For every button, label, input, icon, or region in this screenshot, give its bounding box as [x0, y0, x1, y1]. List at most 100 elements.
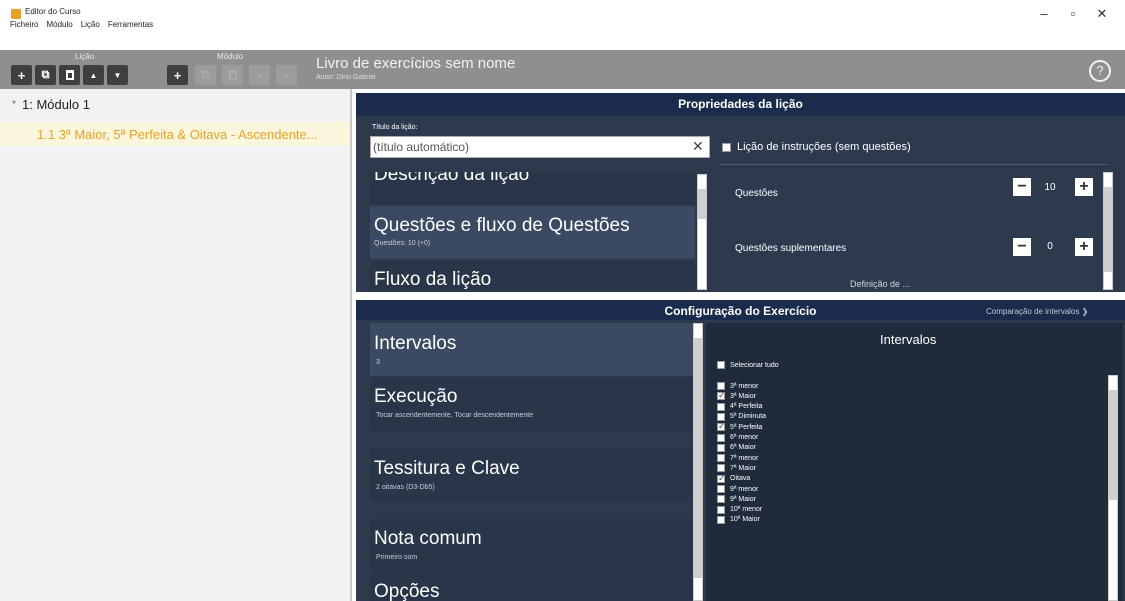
tab-title: Nota comum [374, 528, 482, 549]
supplementary-increment-button[interactable]: + [1075, 238, 1093, 256]
interval-label: 4ª Perfeita [730, 403, 763, 411]
scroll-thumb[interactable] [694, 338, 702, 578]
tab-common-note[interactable]: Nota comum Primeiro som [370, 519, 695, 572]
interval-label: 3ª menor [730, 382, 759, 390]
tab-execution[interactable]: Execução Tocar ascendentemente, Tocar de… [370, 378, 695, 431]
arrow-up-icon: ▲ [255, 70, 264, 80]
tree-module-item[interactable]: 1: Módulo 1 [22, 97, 90, 112]
scroll-thumb[interactable] [698, 189, 706, 219]
tab-title: Fluxo da lição [374, 269, 492, 290]
tab-title: Tessitura e Clave [374, 458, 520, 479]
interval-checkbox[interactable]: 4ª Perfeita [717, 402, 763, 412]
move-module-up-button[interactable]: ▲ [249, 65, 270, 85]
duplicate-module-button[interactable]: ⧉ [195, 65, 216, 85]
instructions-lesson-label: Lição de instruções (sem questões) [737, 141, 911, 153]
move-module-down-button[interactable]: ▼ [276, 65, 297, 85]
intervals-scrollbar[interactable] [1108, 375, 1118, 601]
checkbox-icon [717, 464, 725, 473]
scroll-thumb[interactable] [1109, 390, 1117, 500]
arrow-down-icon: ▼ [113, 70, 122, 80]
interval-checkbox[interactable]: 10ª Maior [717, 515, 760, 525]
tab-range-clef[interactable]: Tessitura e Clave 2 oitavas (D3-Db5) [370, 448, 695, 501]
maximize-button[interactable]: ▫ [1063, 6, 1083, 21]
tab-questions-flow[interactable]: Questões e fluxo de Questões Questões: 1… [370, 206, 695, 259]
supplementary-decrement-button[interactable]: − [1013, 238, 1031, 256]
questions-label: Questões [735, 188, 778, 199]
lesson-settings-cut-label: Definição de ... [850, 280, 911, 289]
interval-label: 5ª Diminuta [730, 413, 767, 421]
lesson-properties-header: Propriedades da lição [356, 93, 1125, 116]
interval-label: 7ª Maior [730, 464, 756, 472]
interval-label: 9ª menor [730, 485, 759, 493]
add-module-button[interactable]: + [167, 65, 188, 85]
questions-increment-button[interactable]: + [1075, 178, 1093, 196]
lesson-tabs-scrollbar[interactable] [697, 174, 707, 290]
delete-module-button[interactable] [222, 65, 243, 85]
checked-box-icon [717, 473, 726, 484]
interval-checkbox[interactable]: 5ª Perfeita [717, 421, 763, 432]
tab-title: Opções [374, 581, 440, 601]
move-lesson-down-button[interactable]: ▼ [107, 65, 128, 85]
menu-ferramentas[interactable]: Ferramentas [108, 20, 153, 32]
book-title[interactable]: Livro de exercícios sem nome [316, 55, 515, 72]
checkbox-icon [717, 454, 725, 463]
checkbox-icon [717, 412, 725, 421]
interval-checkbox[interactable]: 3ª Maior [717, 390, 756, 401]
duplicate-icon: ⧉ [41, 68, 50, 81]
interval-label: Oitava [730, 475, 751, 483]
tab-options[interactable]: Opções [370, 574, 695, 601]
interval-checkbox[interactable]: 6ª Maior [717, 443, 756, 453]
plus-icon: + [17, 67, 26, 83]
module-group-label: Módulo [217, 52, 244, 61]
tab-lesson-flow[interactable]: Fluxo da lição [370, 261, 695, 292]
trash-icon [228, 70, 237, 80]
interval-label: 6ª menor [730, 434, 759, 441]
questions-value[interactable]: 10 [1038, 182, 1062, 193]
tab-title: Execução [374, 386, 458, 407]
interval-checkbox[interactable]: 6ª menor [717, 433, 758, 443]
clear-title-icon[interactable]: ✕ [692, 138, 704, 155]
exercise-type-dropdown[interactable]: Comparação de intervalos ❯ [986, 307, 1088, 316]
tab-intervals[interactable]: Intervalos 3 [370, 323, 695, 376]
interval-label: 5ª Perfeita [730, 423, 763, 431]
menu-licao[interactable]: Lição [81, 20, 100, 32]
tab-title: Descrição da lição [374, 172, 530, 185]
tab-title: Intervalos [374, 333, 457, 354]
interval-label: 9ª Maior [730, 495, 756, 503]
scroll-thumb[interactable] [1104, 187, 1112, 272]
interval-checkbox[interactable]: 10ª menor [717, 505, 762, 515]
duplicate-icon: ⧉ [201, 68, 210, 81]
intervals-title: Intervalos [880, 332, 937, 347]
supplementary-value[interactable]: 0 [1038, 241, 1062, 252]
select-all-label: Selecionar tudo [730, 361, 779, 369]
close-button[interactable]: ✕ [1092, 6, 1112, 22]
window-title: Editor do Curso [25, 7, 81, 16]
checkbox-icon [717, 443, 725, 452]
interval-checkbox[interactable]: Oitava [717, 473, 751, 484]
lesson-settings-scrollbar[interactable] [1103, 172, 1113, 290]
checked-box-icon [717, 390, 726, 401]
menu-ficheiro[interactable]: Ficheiro [10, 20, 38, 32]
interval-label: 6ª Maior [730, 444, 756, 452]
help-icon[interactable]: ? [1089, 60, 1111, 82]
minimize-button[interactable]: – [1034, 6, 1054, 21]
add-lesson-button[interactable]: + [11, 65, 32, 85]
instructions-lesson-checkbox[interactable]: Lição de instruções (sem questões) [722, 141, 911, 153]
duplicate-lesson-button[interactable]: ⧉ [35, 65, 56, 85]
delete-lesson-button[interactable] [59, 65, 80, 85]
lesson-group-label: Lição [75, 52, 95, 61]
checkbox-icon [717, 433, 725, 442]
questions-decrement-button[interactable]: − [1013, 178, 1031, 196]
collapse-chevron-icon[interactable]: ▾ [12, 98, 16, 107]
select-all-checkbox[interactable]: Selecionar tudo [717, 360, 779, 370]
interval-checkbox[interactable]: 7ª menor [717, 453, 758, 463]
checkbox-icon [717, 485, 725, 493]
tab-lesson-description[interactable]: Descrição da lição [370, 172, 695, 204]
interval-checkbox[interactable]: 9ª Maior [717, 494, 756, 504]
interval-checkbox[interactable]: 9ª menor [717, 484, 758, 494]
move-lesson-up-button[interactable]: ▲ [83, 65, 104, 85]
checkbox-icon [717, 515, 725, 524]
arrow-down-icon: ▼ [282, 70, 291, 80]
menu-modulo[interactable]: Módulo [46, 20, 72, 32]
exercise-tabs-scrollbar[interactable] [693, 323, 703, 601]
